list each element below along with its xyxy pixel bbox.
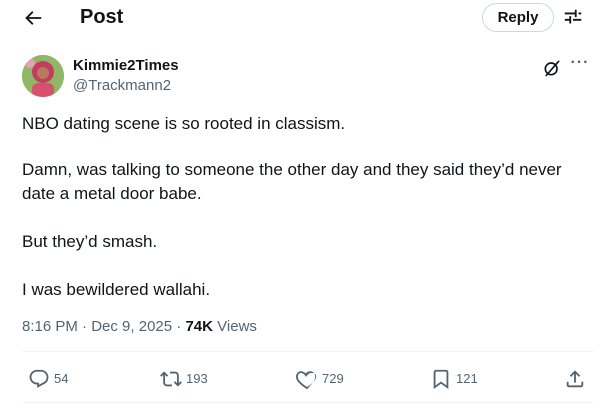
tweet-paragraph: Damn, was talking to someone the other d… <box>22 160 562 203</box>
author-display-name[interactable]: Kimmie2Times <box>73 57 179 75</box>
post-header: Post Reply <box>0 0 616 36</box>
heart-icon <box>296 371 317 390</box>
share-button[interactable] <box>564 366 586 392</box>
tweet-paragraph: I was bewildered wallahi. <box>22 280 211 299</box>
adjust-button[interactable] <box>562 7 584 29</box>
reply-icon <box>29 369 49 388</box>
action-bar: 54 193 729 121 <box>22 366 594 392</box>
divider <box>22 402 594 403</box>
meta-separator: · <box>172 318 186 335</box>
like-button[interactable]: 729 <box>296 366 344 392</box>
tweet-author: Kimmie2Times @Trackmann2 ··· <box>22 55 602 103</box>
tweet-metadata: 8:16 PM · Dec 9, 2025 · 74K Views <box>22 318 257 336</box>
page-title: Post <box>80 6 124 28</box>
tweet-date[interactable]: Dec 9, 2025 <box>91 318 172 335</box>
back-button[interactable] <box>22 7 44 29</box>
meta-separator: · <box>77 318 92 335</box>
bookmark-button[interactable]: 121 <box>430 366 478 392</box>
reply-button[interactable]: Reply <box>482 3 554 32</box>
sliders-icon <box>564 9 582 24</box>
views-count[interactable]: 74K <box>185 318 213 335</box>
tweet-paragraph: NBO dating scene is so rooted in classis… <box>22 114 346 133</box>
arrow-left-icon <box>25 11 42 25</box>
grok-button[interactable] <box>542 58 562 78</box>
avatar[interactable] <box>22 55 64 97</box>
repost-count: 193 <box>186 371 208 386</box>
more-options-button[interactable]: ··· <box>568 55 592 75</box>
grok-icon <box>544 60 560 77</box>
bookmark-icon <box>433 369 449 390</box>
like-count: 729 <box>322 371 344 386</box>
share-icon <box>566 370 584 388</box>
bookmark-count: 121 <box>456 371 478 386</box>
repost-button[interactable]: 193 <box>160 366 208 392</box>
author-handle[interactable]: @Trackmann2 <box>73 77 171 95</box>
views-label: Views <box>217 318 257 335</box>
reply-count: 54 <box>54 371 69 386</box>
tweet-paragraph: But they’d smash. <box>22 232 158 251</box>
repost-icon <box>160 371 182 387</box>
avatar-image <box>22 55 64 97</box>
reply-action-button[interactable]: 54 <box>28 366 68 392</box>
divider <box>22 351 594 352</box>
tweet-time[interactable]: 8:16 PM <box>22 318 78 335</box>
